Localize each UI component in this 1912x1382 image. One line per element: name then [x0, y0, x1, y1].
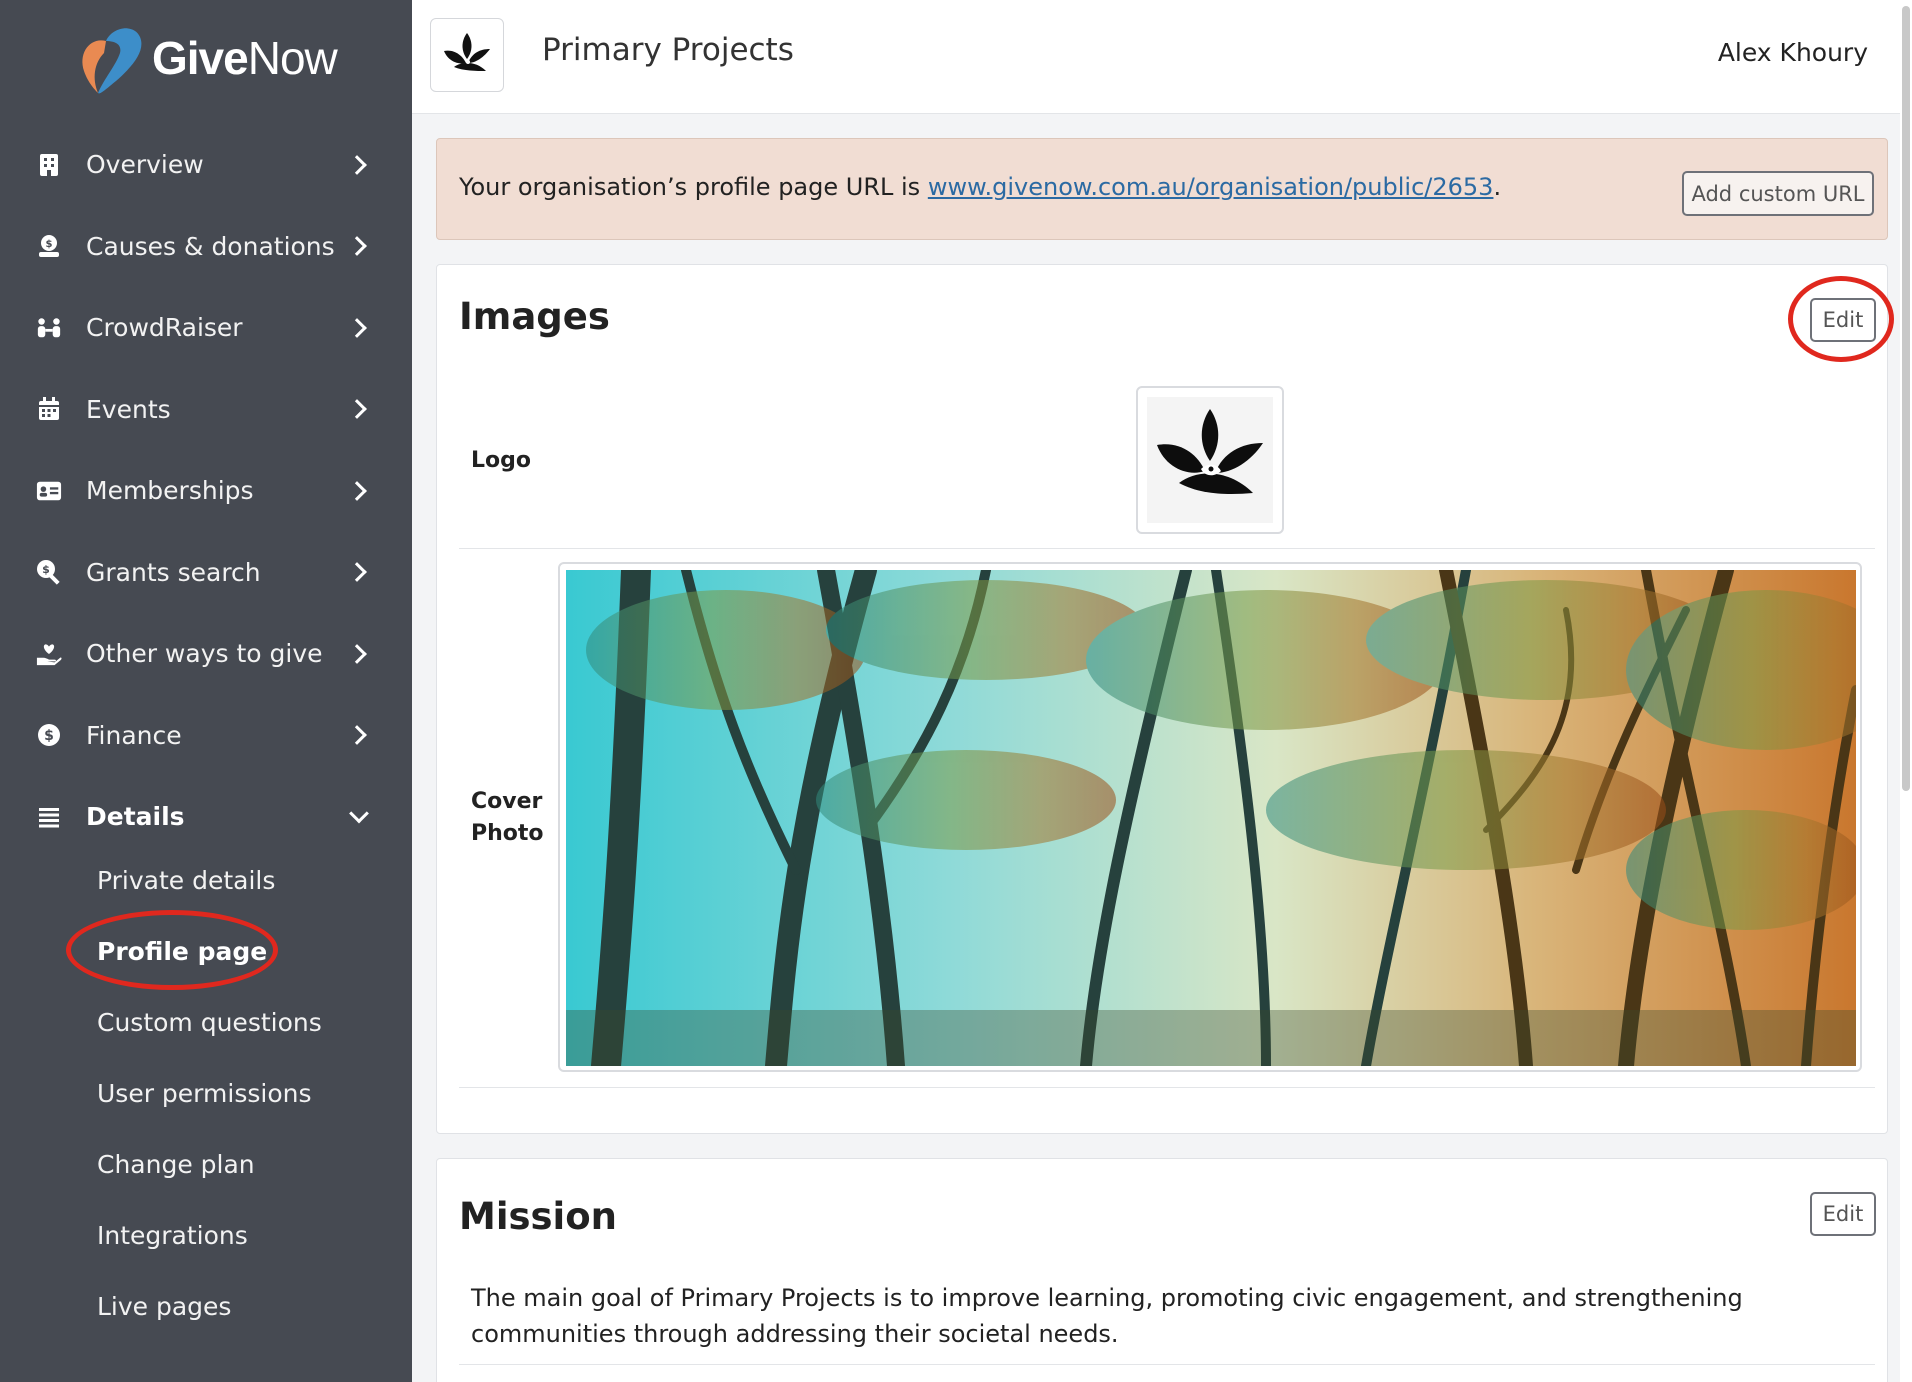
- submenu-item-live-pages[interactable]: Live pages: [0, 1271, 412, 1342]
- chevron-right-icon: [347, 480, 367, 501]
- brand-wordmark: GiveNow: [152, 31, 338, 85]
- search-dollar-icon: $: [36, 559, 62, 585]
- chevron-right-icon: [347, 317, 367, 338]
- sidebar-item-label: Events: [86, 394, 171, 424]
- logo-label: Logo: [471, 448, 531, 473]
- cover-photo-label: Cover Photo: [471, 786, 544, 850]
- sidebar-item-label: Overview: [86, 150, 204, 180]
- submenu-item-private-details[interactable]: Private details: [0, 845, 412, 916]
- chevron-right-icon: [347, 236, 367, 257]
- svg-text:$: $: [44, 728, 54, 744]
- user-menu[interactable]: Alex Khoury: [1718, 38, 1868, 67]
- details-submenu: Private details Profile page Custom ques…: [0, 845, 412, 1342]
- givenow-logo[interactable]: GiveNow: [76, 18, 338, 98]
- submenu-item-integrations[interactable]: Integrations: [0, 1200, 412, 1271]
- submenu-item-user-permissions[interactable]: User permissions: [0, 1058, 412, 1129]
- chevron-right-icon: [347, 562, 367, 583]
- org-name: Primary Projects: [542, 32, 794, 68]
- submenu-item-profile-page[interactable]: Profile page: [0, 916, 412, 987]
- hand-heart-icon: [36, 641, 62, 667]
- logo-image[interactable]: [1136, 386, 1284, 534]
- profile-url-link[interactable]: www.givenow.com.au/organisation/public/2…: [928, 173, 1494, 201]
- sidebar-item-label: Grants search: [86, 557, 261, 587]
- coin-icon: $: [36, 722, 62, 748]
- lotus-bird-icon: [444, 33, 490, 71]
- submenu-item-change-plan[interactable]: Change plan: [0, 1129, 412, 1200]
- brand-give: Give: [152, 32, 249, 84]
- mission-edit-button[interactable]: Edit: [1810, 1192, 1876, 1236]
- cover-label-line-1: Cover: [471, 789, 543, 814]
- sidebar-item-other-ways-to-give[interactable]: Other ways to give: [0, 613, 412, 695]
- images-edit-button[interactable]: Edit: [1810, 298, 1876, 342]
- sidebar-item-label: CrowdRaiser: [86, 313, 243, 343]
- sidebar-item-causes-donations[interactable]: $ Causes & donations: [0, 206, 412, 288]
- sidebar: GiveNow Overview $ Causes & donations Cr…: [0, 0, 412, 1382]
- banner-text-prefix: Your organisation’s profile page URL is: [459, 173, 928, 201]
- add-custom-url-button[interactable]: Add custom URL: [1682, 171, 1874, 216]
- sidebar-item-label: Finance: [86, 720, 182, 750]
- sidebar-item-memberships[interactable]: Memberships: [0, 450, 412, 532]
- profile-url-banner: Your organisation’s profile page URL is …: [436, 138, 1888, 240]
- row-divider: [459, 1087, 1875, 1088]
- sidebar-item-events[interactable]: Events: [0, 369, 412, 451]
- people-icon: [36, 315, 62, 341]
- sidebar-nav: Overview $ Causes & donations CrowdRaise…: [0, 124, 412, 858]
- lotus-bird-icon: [1147, 397, 1273, 523]
- chevron-down-icon: [349, 803, 369, 824]
- building-icon: [36, 152, 62, 178]
- sidebar-item-grants-search[interactable]: $ Grants search: [0, 532, 412, 614]
- scrollbar-thumb[interactable]: [1902, 6, 1910, 791]
- mission-text: The main goal of Primary Projects is to …: [471, 1284, 1743, 1348]
- cover-photo[interactable]: [558, 562, 1862, 1072]
- sidebar-item-label: Causes & donations: [86, 231, 335, 261]
- sidebar-item-label: Details: [86, 802, 185, 832]
- org-logo[interactable]: [430, 18, 504, 92]
- top-header: Primary Projects Alex Khoury: [412, 0, 1900, 114]
- brand-now: Now: [247, 32, 338, 84]
- row-divider: [459, 548, 1875, 549]
- chevron-right-icon: [347, 725, 367, 746]
- chevron-right-icon: [347, 154, 367, 175]
- svg-text:$: $: [42, 563, 50, 576]
- row-divider: [459, 1364, 1875, 1365]
- sidebar-item-finance[interactable]: $ Finance: [0, 695, 412, 777]
- mission-title: Mission: [459, 1195, 617, 1238]
- donation-icon: $: [36, 233, 62, 259]
- banner-text: Your organisation’s profile page URL is …: [459, 173, 1501, 201]
- cover-label-line-2: Photo: [471, 821, 544, 846]
- givenow-heart-icon: [82, 28, 142, 94]
- sidebar-item-label: Other ways to give: [86, 639, 323, 669]
- svg-text:$: $: [46, 239, 53, 250]
- sidebar-item-overview[interactable]: Overview: [0, 124, 412, 206]
- sidebar-item-crowdraiser[interactable]: CrowdRaiser: [0, 287, 412, 369]
- chevron-right-icon: [347, 643, 367, 664]
- chevron-right-icon: [347, 399, 367, 420]
- banner-text-suffix: .: [1493, 173, 1502, 201]
- list-icon: [36, 804, 62, 830]
- images-title: Images: [459, 295, 610, 338]
- sidebar-item-label: Memberships: [86, 476, 254, 506]
- id-card-icon: [36, 478, 62, 504]
- cover-photo-image: [566, 570, 1856, 1066]
- submenu-item-custom-questions[interactable]: Custom questions: [0, 987, 412, 1058]
- calendar-icon: [36, 396, 62, 422]
